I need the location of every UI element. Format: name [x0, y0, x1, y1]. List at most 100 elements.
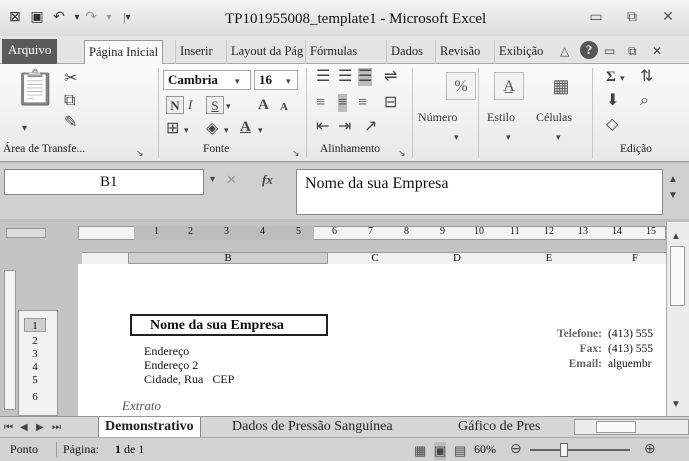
copy-icon[interactable]: ⧉ [64, 92, 75, 110]
horizontal-scroll-thumb[interactable] [596, 421, 636, 433]
align-left-icon[interactable]: ≡ [316, 94, 325, 112]
tab-revisao[interactable]: Revisão [435, 40, 484, 64]
align-right-icon[interactable]: ≡ [358, 94, 367, 112]
paste-dropdown-icon[interactable]: ▾ [22, 120, 27, 138]
clear-icon[interactable]: ◇ [606, 116, 618, 134]
number-dropdown-icon[interactable]: ▾ [454, 128, 459, 146]
zoom-level[interactable]: 60% [474, 442, 496, 457]
font-size-select[interactable]: 16 [254, 70, 298, 90]
clipboard-launcher-icon[interactable]: ↘ [136, 144, 144, 162]
align-top-icon[interactable]: ☰ [316, 68, 330, 86]
column-header-b[interactable]: B [128, 252, 328, 264]
minimize-icon[interactable]: ▭ [584, 7, 608, 29]
style-group-label[interactable]: Estilo [487, 110, 515, 125]
style-dropdown-icon[interactable]: ▾ [506, 128, 511, 146]
email-label[interactable]: Email: [524, 358, 602, 370]
prev-sheet-icon[interactable]: ◀ [20, 419, 28, 437]
merge-center-icon[interactable]: ⊟ [384, 94, 397, 112]
tab-inserir[interactable]: Inserir [175, 40, 217, 64]
close-icon[interactable]: ✕ [656, 7, 680, 29]
workbook-restore-icon[interactable]: ⧉ [628, 42, 637, 60]
help-icon[interactable]: ? [580, 41, 598, 59]
paste-icon[interactable]: 📋 [14, 68, 56, 118]
formula-input[interactable]: Nome da sua Empresa [296, 169, 663, 215]
fill-color-icon[interactable]: ◈ [206, 120, 218, 138]
underline-dropdown-icon[interactable]: ▾ [226, 97, 231, 115]
fax-value[interactable]: (413) 555 [608, 343, 653, 355]
sort-filter-icon[interactable]: ⇅ [640, 68, 653, 86]
grow-font-button[interactable]: A [258, 96, 269, 114]
customize-qat-icon[interactable]: |▾ [118, 9, 136, 27]
fax-label[interactable]: Fax: [524, 343, 602, 355]
align-center-icon[interactable]: ≡ [338, 94, 348, 112]
sheet-tab-dados-pressao[interactable]: Dados de Pressão Sanguínea [232, 417, 393, 437]
phone-value[interactable]: (413) 555 [608, 328, 653, 340]
undo-icon[interactable]: ↶ [50, 9, 68, 27]
fill-color-dropdown-icon[interactable]: ▾ [224, 121, 229, 139]
zoom-slider-thumb[interactable] [560, 443, 568, 457]
number-format-icon[interactable]: % [446, 72, 476, 100]
borders-icon[interactable]: ⊞ [166, 120, 179, 138]
orientation-icon[interactable]: ↗ [364, 118, 377, 136]
scroll-up-icon[interactable]: ▲ [671, 228, 681, 246]
city-cell[interactable]: Cidade, Rua CEP [144, 372, 234, 387]
cells-dropdown-icon[interactable]: ▾ [556, 128, 561, 146]
autosum-icon[interactable]: Σ [606, 68, 616, 86]
cells-icon[interactable]: ▦ [546, 72, 576, 100]
tab-layout[interactable]: Layout da Pág [226, 40, 307, 64]
number-group-label[interactable]: Número [418, 110, 457, 125]
zoom-out-icon[interactable]: ⊖ [510, 441, 522, 459]
scroll-thumb[interactable] [670, 246, 685, 306]
phone-label[interactable]: Telefone: [524, 328, 602, 340]
row-header-3[interactable]: 3 [24, 347, 46, 361]
select-all-button[interactable] [6, 228, 46, 238]
excel-app-icon[interactable]: ⊠ [6, 9, 24, 27]
tab-exibicao[interactable]: Exibição [494, 40, 547, 64]
workbook-close-icon[interactable]: ✕ [652, 42, 662, 60]
row-header-2[interactable]: 2 [24, 334, 46, 348]
save-icon[interactable]: ▣ [28, 9, 46, 27]
column-header-e[interactable]: E [494, 252, 604, 264]
formula-scroll-down-icon[interactable]: ▼ [668, 187, 678, 205]
scroll-down-icon[interactable]: ▼ [671, 396, 681, 414]
first-sheet-icon[interactable]: ⏮ [4, 419, 13, 437]
name-box-dropdown-icon[interactable]: ▾ [210, 171, 215, 189]
italic-button[interactable]: I [188, 96, 192, 114]
decrease-indent-icon[interactable]: ⇤ [316, 118, 329, 136]
column-header-f[interactable]: F [604, 252, 666, 264]
redo-icon[interactable]: ↷ [82, 9, 100, 27]
last-sheet-icon[interactable]: ⏭ [52, 419, 61, 437]
font-color-dropdown-icon[interactable]: ▾ [258, 121, 263, 139]
column-header-d[interactable]: D [420, 252, 494, 264]
row-header-6[interactable]: 6 [24, 390, 46, 404]
next-sheet-icon[interactable]: ▶ [36, 419, 44, 437]
autosum-dropdown-icon[interactable]: ▾ [620, 69, 625, 87]
insert-function-icon[interactable]: fx [262, 171, 273, 189]
styles-icon[interactable]: A̲ [494, 72, 524, 100]
font-size-dropdown-icon[interactable]: ▾ [286, 72, 291, 90]
shrink-font-button[interactable]: A [280, 98, 288, 116]
wrap-text-icon[interactable]: ⇌ [384, 68, 397, 86]
tab-pagina-inicial[interactable]: Página Inicial [84, 40, 164, 65]
align-middle-icon[interactable]: ☰ [338, 68, 352, 86]
row-header-4[interactable]: 4 [24, 360, 46, 374]
align-bottom-icon[interactable]: ☰ [358, 68, 373, 86]
borders-dropdown-icon[interactable]: ▾ [184, 121, 189, 139]
zoom-in-icon[interactable]: ⊕ [644, 441, 656, 459]
address2-cell[interactable]: Endereço 2 [144, 358, 198, 373]
font-name-dropdown-icon[interactable]: ▾ [235, 72, 240, 90]
find-select-icon[interactable]: ⌕ [640, 92, 649, 110]
format-painter-icon[interactable]: ✎ [64, 114, 77, 132]
extract-heading[interactable]: Extrato [122, 398, 161, 414]
cancel-entry-icon[interactable]: ✕ [226, 171, 237, 189]
tab-formulas[interactable]: Fórmulas [305, 40, 361, 64]
sheet-tab-demonstrativo[interactable]: Demonstrativo [98, 417, 201, 437]
company-name[interactable]: Nome da sua Empresa [150, 318, 284, 334]
vertical-scrollbar[interactable]: ▲ ▼ [666, 222, 689, 416]
font-color-button[interactable]: A [240, 118, 251, 136]
address-cell[interactable]: Endereço [144, 344, 189, 359]
row-header-1[interactable]: 1 [24, 318, 46, 332]
redo-dropdown-icon[interactable]: ▾ [100, 9, 118, 27]
zoom-slider-track[interactable] [530, 449, 630, 451]
column-header-c[interactable]: C [330, 252, 420, 264]
